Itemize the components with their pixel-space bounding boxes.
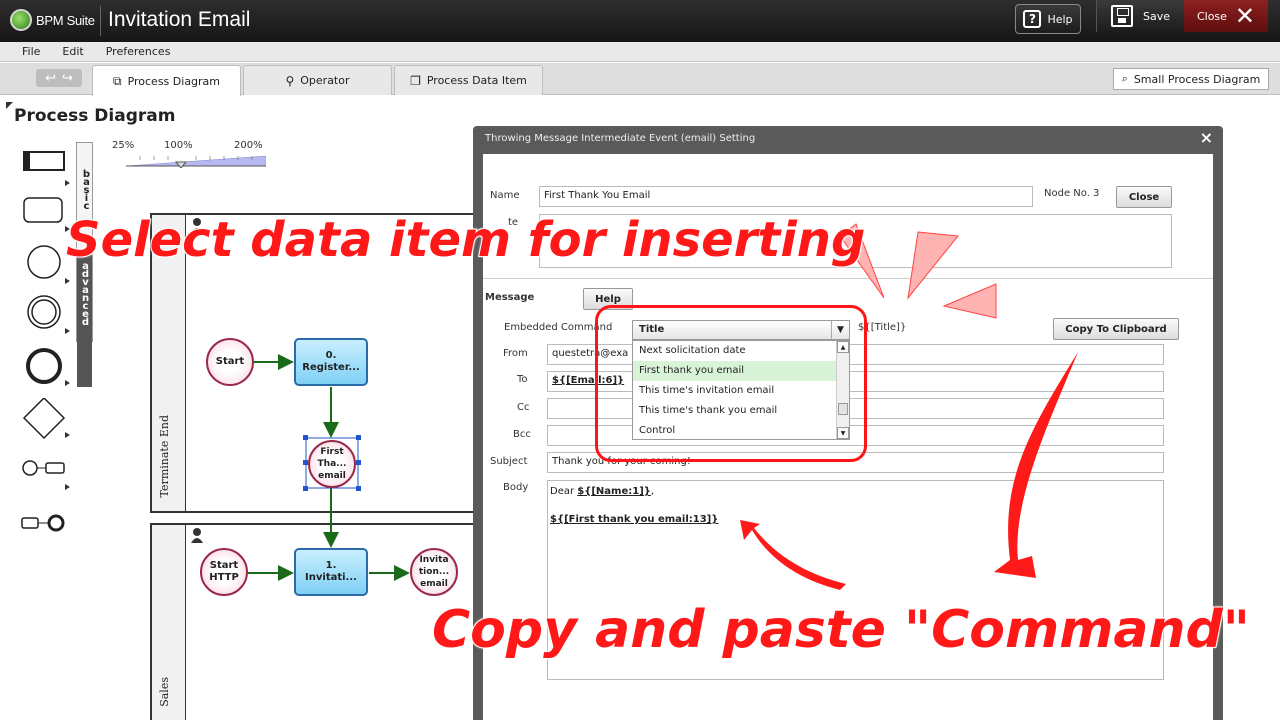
copy-to-clipboard-button[interactable]: Copy To Clipboard [1053, 318, 1179, 340]
tab-label: Process Data Item [426, 74, 527, 87]
logo-text: BPM Suite [36, 12, 95, 28]
subject-label: Subject [490, 456, 528, 467]
divider [483, 278, 1213, 279]
menu-bar: File Edit Preferences [0, 42, 1280, 62]
from-label: From [503, 348, 528, 359]
person-icon: ⚲ [285, 73, 295, 88]
message-event-first-thanks[interactable]: First Tha... email [308, 440, 356, 488]
tab-process-data-item[interactable]: ❐ Process Data Item [394, 65, 543, 95]
close-button[interactable]: Close ✕ [1184, 0, 1268, 32]
small-diagram-label: Small Process Diagram [1133, 72, 1261, 86]
app-title: Invitation Email [108, 8, 251, 31]
body-text: , [650, 486, 655, 497]
help-button[interactable]: ? Help [1015, 4, 1081, 34]
name-field[interactable]: First Thank You Email [539, 186, 1033, 207]
close-label: Close [1196, 9, 1227, 23]
annotation-copy-paste-command: Copy and paste "Command" [431, 599, 1251, 661]
tab-label: Process Diagram [127, 74, 221, 88]
highlight-box [595, 305, 867, 462]
save-label: Save [1142, 9, 1170, 23]
task-node-invitation[interactable]: 1. Invitati... [294, 548, 368, 596]
help-label: Help [1047, 12, 1073, 26]
magnifier-icon: ⌕ [1121, 72, 1128, 85]
menu-preferences[interactable]: Preferences [94, 45, 181, 58]
logo: BPM Suite [10, 8, 95, 32]
body-text: Dear [550, 486, 578, 497]
node-number: Node No. 3 [1044, 188, 1100, 199]
undo-redo-buttons[interactable]: ↩ ↪ [36, 69, 82, 87]
copy-icon: ❐ [410, 73, 421, 88]
dialog-close-button[interactable]: Close [1116, 186, 1172, 208]
http-start-event-node[interactable]: Start HTTP [200, 548, 248, 596]
tab-bar: ↩ ↪ ⧉ Process Diagram ⚲ Operator ❐ Proce… [0, 63, 1280, 96]
message-event-invitation[interactable]: Invita tion... email [410, 548, 458, 596]
bcc-label: Bcc [513, 429, 531, 440]
diagram-icon: ⧉ [112, 73, 122, 88]
body-label: Body [503, 482, 529, 493]
name-label: Name [490, 190, 520, 201]
divider [100, 6, 101, 36]
body-line-2: ${[First thank you email:13]} [550, 514, 719, 525]
dialog-title: Throwing Message Intermediate Event (ema… [485, 133, 756, 144]
annotation-select-data-item: Select data item for inserting [65, 211, 866, 269]
save-button[interactable]: Save [1096, 0, 1184, 32]
tab-label: Operator [300, 74, 350, 87]
tab-operator[interactable]: ⚲ Operator [243, 65, 392, 95]
flow-connectors [248, 354, 410, 581]
redo-icon[interactable]: ↪ [62, 71, 73, 86]
to-label: To [517, 374, 528, 385]
message-section-label: Message [485, 292, 535, 303]
cc-label: Cc [517, 402, 530, 413]
undo-icon[interactable]: ↩ [45, 71, 56, 86]
close-icon: ✕ [1234, 2, 1256, 30]
menu-file[interactable]: File [0, 45, 50, 58]
start-event-node[interactable]: Start [206, 338, 254, 386]
save-icon [1110, 5, 1133, 27]
body-line-1: Dear ${[Name:1]}, [550, 485, 1161, 499]
dialog-close-icon[interactable]: × [1200, 128, 1213, 147]
top-bar: BPM Suite Invitation Email ? Help Save C… [0, 0, 1280, 42]
tab-process-diagram[interactable]: ⧉ Process Diagram [92, 65, 241, 96]
logo-icon [10, 9, 32, 31]
small-process-diagram-button[interactable]: ⌕ Small Process Diagram [1113, 68, 1269, 90]
menu-edit[interactable]: Edit [50, 45, 93, 58]
body-command: ${[Name:1]} [577, 486, 651, 497]
task-node-register[interactable]: 0. Register... [294, 338, 368, 386]
help-icon: ? [1023, 10, 1042, 28]
